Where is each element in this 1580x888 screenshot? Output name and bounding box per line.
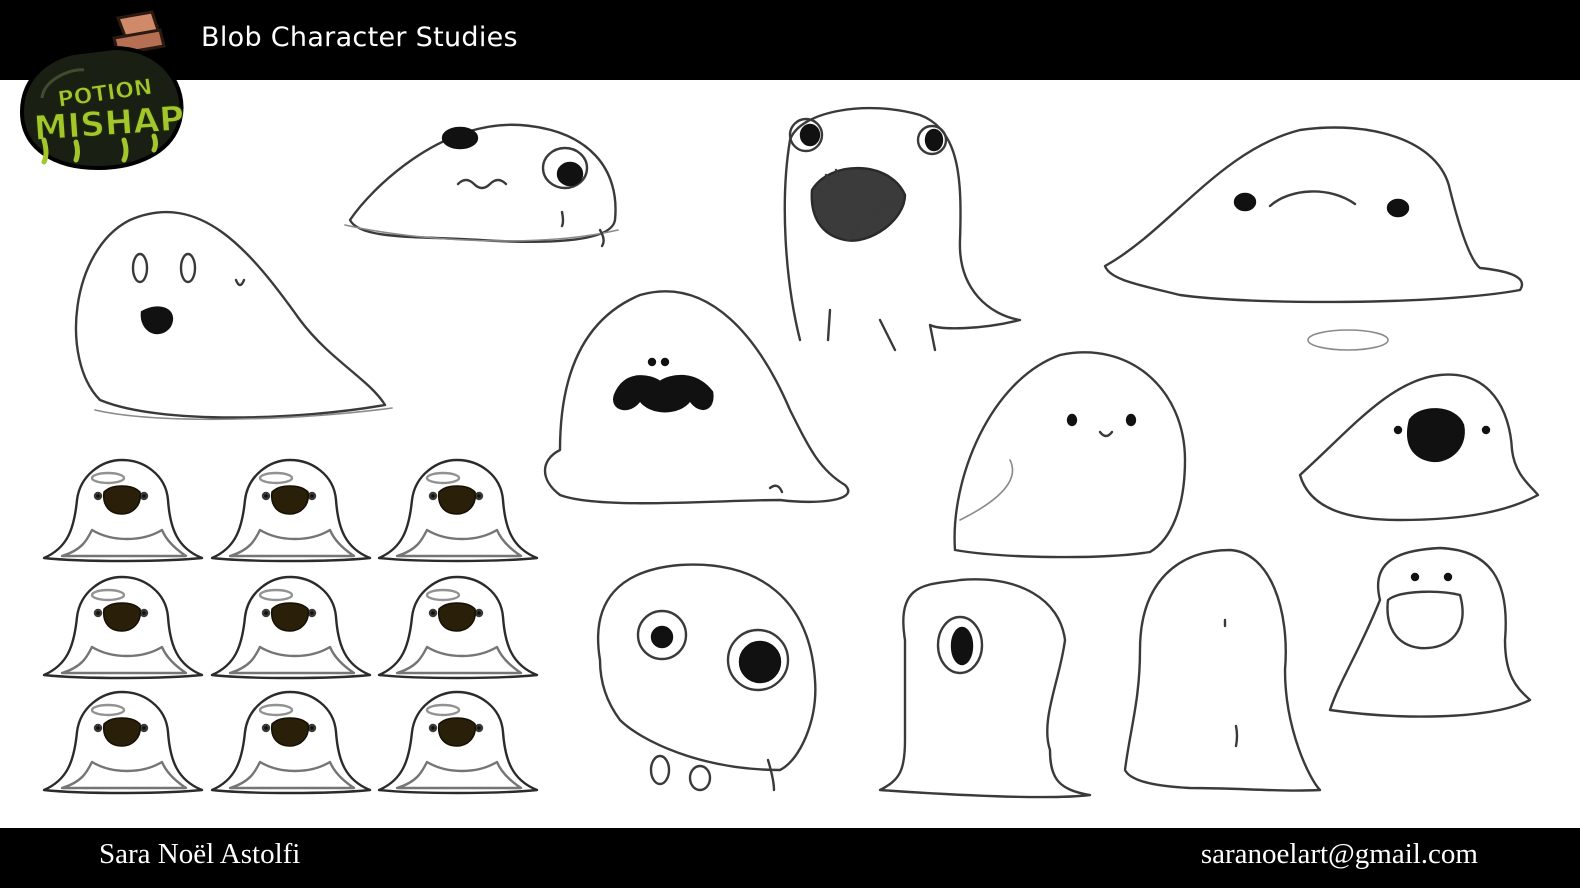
sketch-area	[42, 106, 1540, 799]
color-variant-blob	[42, 458, 204, 563]
color-variant-blob	[377, 575, 539, 680]
blob-sketch-smiling	[953, 351, 1187, 559]
blob-sketch-yelling-right	[1298, 373, 1540, 522]
color-variant-blob	[377, 690, 539, 795]
color-variant-blob	[42, 690, 204, 795]
artboard: Blob Character Studies POTION MISHAP Sar…	[0, 0, 1580, 888]
color-variant-blob	[377, 458, 539, 563]
author-name: Sara Noël Astolfi	[99, 838, 301, 870]
color-variant-blob	[42, 575, 204, 680]
blob-sketch-one-eye	[878, 578, 1092, 799]
author-email: saranoelart@gmail.com	[1200, 838, 1478, 870]
blob-sketch-laughing	[1328, 546, 1532, 718]
blob-sketch-ghost-surprised	[74, 210, 393, 421]
color-variant-blob	[210, 575, 372, 680]
blob-sketch-flat-worried	[344, 123, 619, 248]
blob-sketch-tall-drip	[1123, 548, 1322, 792]
blob-sketch-screaming-tall	[783, 106, 1022, 352]
color-variant-blob	[210, 458, 372, 563]
page-title: Blob Character Studies	[201, 22, 518, 53]
blob-sketch-big-eyes	[596, 563, 817, 792]
color-variant-blob	[210, 690, 372, 795]
blob-sketch-flat-frown	[1103, 126, 1524, 351]
color-variant-grid	[42, 458, 539, 795]
blob-sketch-grumpy-center	[543, 290, 850, 505]
